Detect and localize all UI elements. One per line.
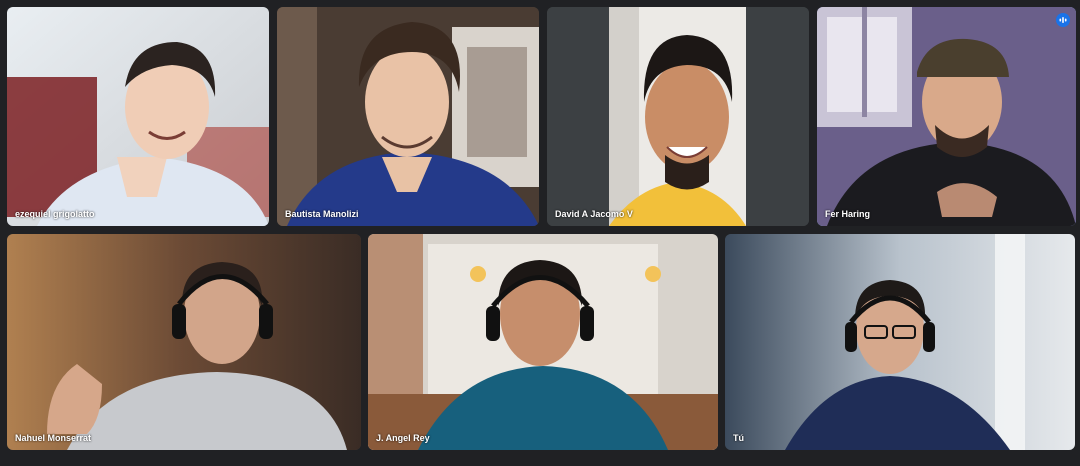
participant-tile-ezequiel[interactable]: ezequiel grigolatto (7, 7, 269, 226)
participant-name: J. Angel Rey (376, 433, 430, 443)
participant-name: Nahuel Monserrat (15, 433, 92, 443)
participant-video-david (547, 7, 809, 226)
participant-video-angel (368, 234, 718, 450)
participant-name: Tú (733, 433, 744, 443)
participant-tile-fer[interactable]: Fer Haring (817, 7, 1076, 226)
participant-tile-bautista[interactable]: Bautista Manolizi (277, 7, 539, 226)
participant-video-nahuel (7, 234, 361, 450)
participant-video-fer (817, 7, 1076, 226)
participant-tile-self[interactable]: Tú (725, 234, 1075, 450)
participant-name: ezequiel grigolatto (15, 209, 95, 219)
audio-waves-icon (1056, 13, 1070, 27)
participant-video-bautista (277, 7, 539, 226)
participant-tile-nahuel[interactable]: Nahuel Monserrat (7, 234, 361, 450)
participant-name: Bautista Manolizi (285, 209, 359, 219)
participant-video-ezequiel (7, 7, 269, 226)
participant-tile-angel[interactable]: J. Angel Rey (368, 234, 718, 450)
participant-video-self (725, 234, 1075, 450)
participant-name: Fer Haring (825, 209, 871, 219)
participant-tile-david[interactable]: David A Jacomo V (547, 7, 809, 226)
participant-name: David A Jacomo V (555, 209, 633, 219)
